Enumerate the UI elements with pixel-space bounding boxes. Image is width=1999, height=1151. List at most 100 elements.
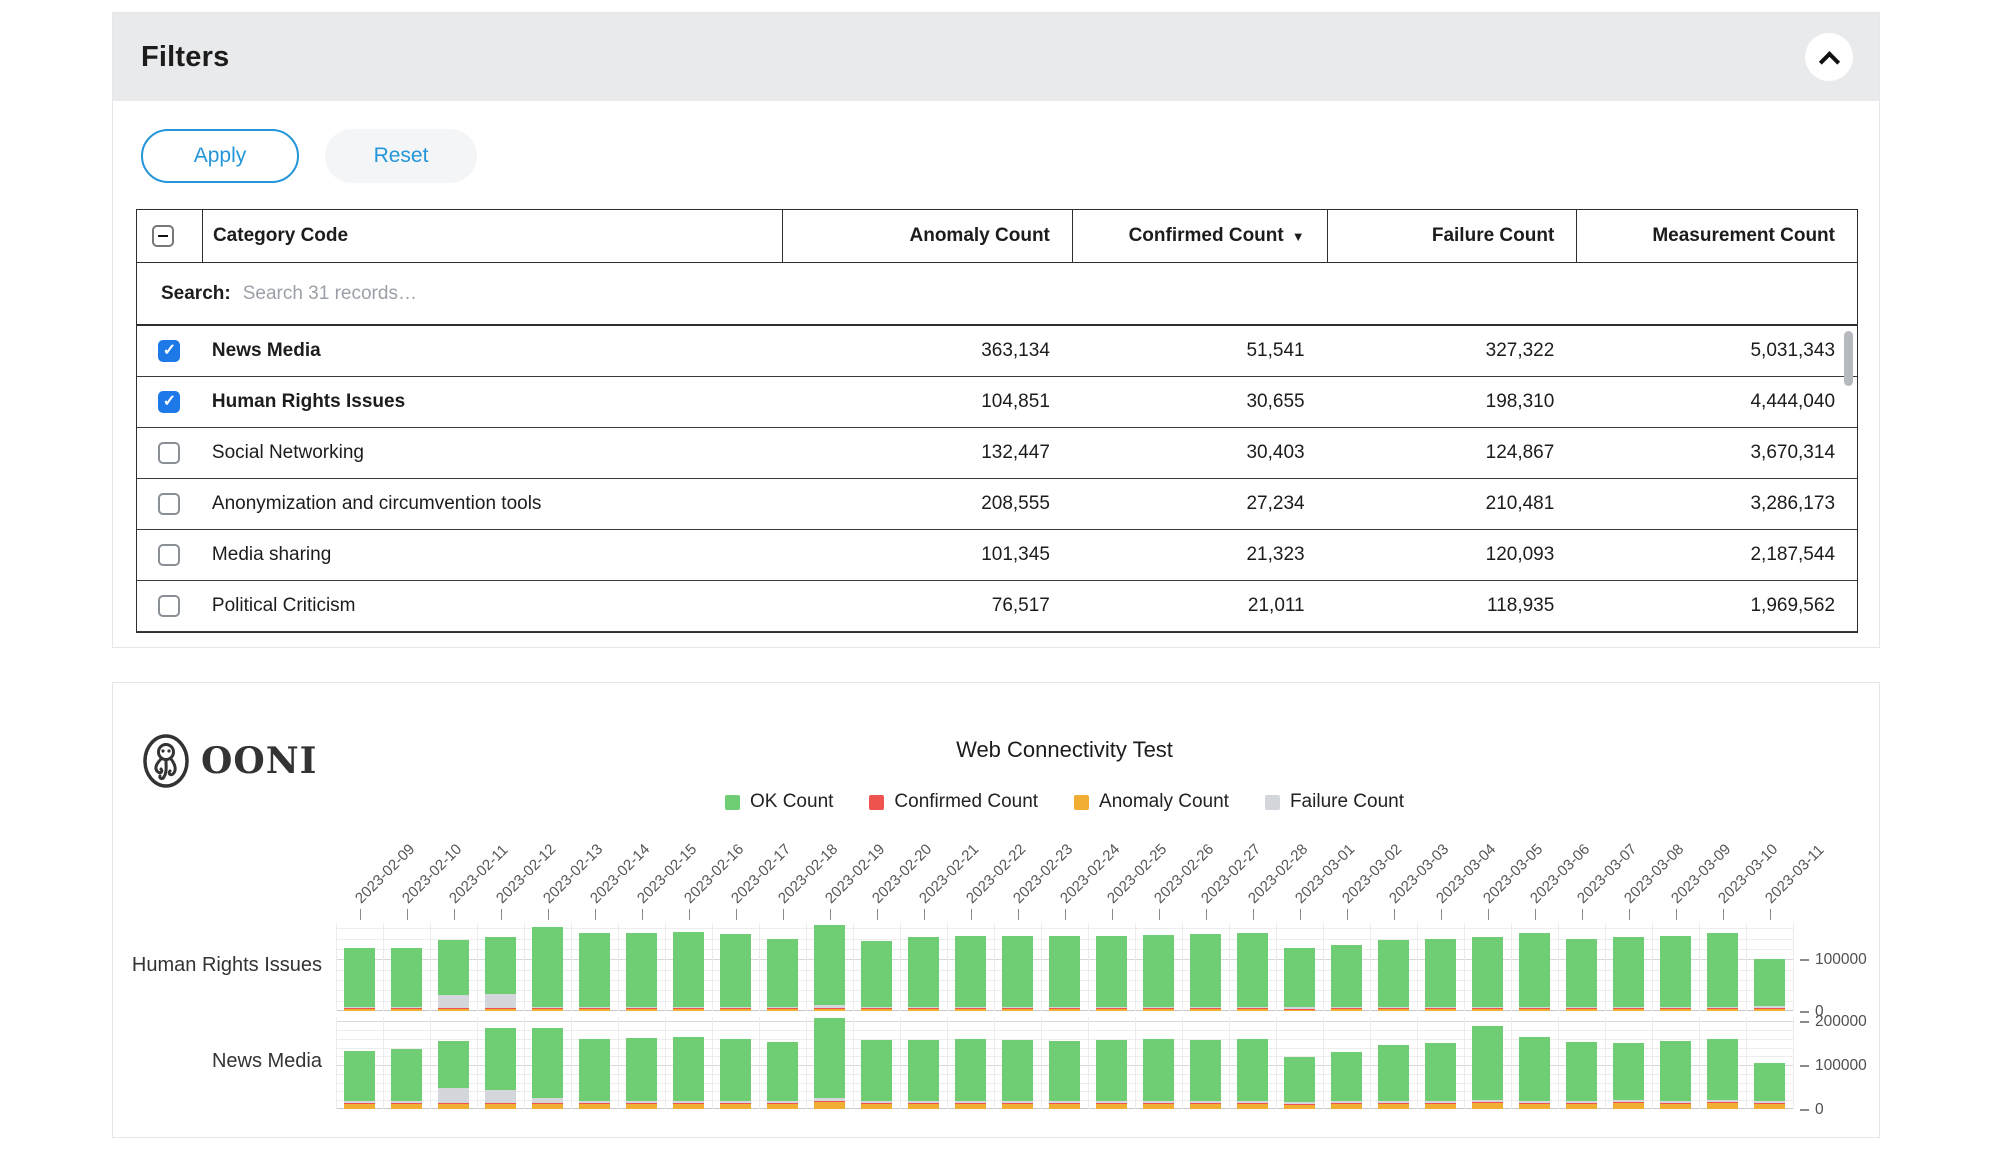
stacked-bar[interactable] bbox=[1190, 1040, 1221, 1109]
category-name: Anonymization and circumvention tools bbox=[202, 493, 782, 515]
stacked-bar[interactable] bbox=[1190, 934, 1221, 1011]
stacked-bar[interactable] bbox=[532, 1028, 563, 1109]
stacked-bar[interactable] bbox=[955, 1039, 986, 1109]
stacked-bar[interactable] bbox=[1754, 1063, 1785, 1109]
measurement-count: 2,187,544 bbox=[1576, 544, 1857, 566]
bar-segment-ok bbox=[1190, 934, 1221, 1007]
stacked-bar[interactable] bbox=[1378, 1045, 1409, 1109]
stacked-bar[interactable] bbox=[720, 1039, 751, 1109]
stacked-bar[interactable] bbox=[1566, 1042, 1597, 1109]
stacked-bar[interactable] bbox=[438, 1041, 469, 1109]
stacked-bar[interactable] bbox=[720, 934, 751, 1011]
stacked-bar[interactable] bbox=[391, 1049, 422, 1109]
stacked-bar[interactable] bbox=[579, 933, 610, 1011]
stacked-bar[interactable] bbox=[1002, 936, 1033, 1011]
filter-actions: Apply Reset bbox=[141, 129, 1879, 183]
stacked-bar[interactable] bbox=[1002, 1040, 1033, 1109]
stacked-bar[interactable] bbox=[1284, 1057, 1315, 1109]
column-header-category-code[interactable]: Category Code bbox=[202, 210, 782, 262]
stacked-bar[interactable] bbox=[1425, 1043, 1456, 1109]
stacked-bar[interactable] bbox=[485, 937, 516, 1011]
column-header-label: Anomaly Count bbox=[910, 225, 1050, 247]
stacked-bar[interactable] bbox=[767, 939, 798, 1011]
stacked-bar[interactable] bbox=[673, 1037, 704, 1109]
stacked-bar[interactable] bbox=[1425, 939, 1456, 1011]
stacked-bar[interactable] bbox=[344, 948, 375, 1011]
category-name: Social Networking bbox=[202, 442, 782, 464]
vertical-gridline bbox=[336, 1017, 337, 1109]
legend-item: Anomaly Count bbox=[1074, 791, 1229, 813]
bar-segment-anomaly bbox=[1707, 1103, 1738, 1109]
stacked-bar[interactable] bbox=[1519, 1037, 1550, 1109]
stacked-bar[interactable] bbox=[814, 925, 845, 1011]
stacked-bar[interactable] bbox=[1707, 1039, 1738, 1109]
table-scrollbar[interactable] bbox=[1844, 331, 1853, 386]
stacked-bar[interactable] bbox=[1613, 1043, 1644, 1109]
stacked-bar[interactable] bbox=[1237, 933, 1268, 1011]
column-header-confirmed-count[interactable]: Confirmed Count▼ bbox=[1072, 210, 1327, 262]
row-checkbox[interactable] bbox=[158, 442, 180, 464]
stacked-bar[interactable] bbox=[673, 932, 704, 1011]
measurement-count: 1,969,562 bbox=[1576, 595, 1857, 617]
stacked-bar[interactable] bbox=[532, 927, 563, 1011]
stacked-bar[interactable] bbox=[1284, 948, 1315, 1011]
stacked-bar[interactable] bbox=[1331, 945, 1362, 1011]
anomaly-count: 208,555 bbox=[782, 493, 1072, 515]
vertical-gridline bbox=[806, 923, 807, 1011]
stacked-bar[interactable] bbox=[1754, 959, 1785, 1011]
stacked-bar[interactable] bbox=[1566, 939, 1597, 1011]
stacked-bar[interactable] bbox=[767, 1042, 798, 1109]
collapse-panel-button[interactable] bbox=[1805, 33, 1853, 81]
stacked-bar[interactable] bbox=[1143, 935, 1174, 1011]
stacked-bar[interactable] bbox=[626, 1038, 657, 1109]
stacked-bar[interactable] bbox=[485, 1028, 516, 1109]
stacked-bar[interactable] bbox=[391, 948, 422, 1011]
stacked-bar[interactable] bbox=[814, 1018, 845, 1109]
stacked-bar[interactable] bbox=[344, 1051, 375, 1109]
stacked-bar[interactable] bbox=[1707, 933, 1738, 1011]
row-checkbox[interactable]: ✓ bbox=[158, 340, 180, 362]
bar-segment-ok bbox=[720, 934, 751, 1007]
stacked-bar[interactable] bbox=[1472, 1026, 1503, 1109]
stacked-bar[interactable] bbox=[1143, 1039, 1174, 1109]
select-all-checkbox[interactable] bbox=[152, 225, 174, 247]
stacked-bar[interactable] bbox=[1472, 937, 1503, 1011]
row-checkbox[interactable] bbox=[158, 493, 180, 515]
stacked-bar[interactable] bbox=[1660, 936, 1691, 1011]
column-header-failure-count[interactable]: Failure Count bbox=[1327, 210, 1577, 262]
anomaly-count: 76,517 bbox=[782, 595, 1072, 617]
vertical-gridline bbox=[477, 1017, 478, 1109]
confirmed-count: 30,403 bbox=[1072, 442, 1327, 464]
reset-button[interactable]: Reset bbox=[325, 129, 477, 183]
row-checkbox[interactable] bbox=[158, 595, 180, 617]
stacked-bar[interactable] bbox=[1331, 1052, 1362, 1109]
search-input[interactable] bbox=[243, 283, 843, 305]
stacked-bar[interactable] bbox=[438, 940, 469, 1011]
apply-button[interactable]: Apply bbox=[141, 129, 299, 183]
stacked-bar[interactable] bbox=[1096, 936, 1127, 1011]
stacked-bar[interactable] bbox=[908, 1040, 939, 1109]
stacked-bar[interactable] bbox=[861, 941, 892, 1011]
column-header-measurement-count[interactable]: Measurement Count bbox=[1576, 210, 1857, 262]
stacked-bar[interactable] bbox=[908, 937, 939, 1011]
stacked-bar[interactable] bbox=[861, 1040, 892, 1109]
column-header-anomaly-count[interactable]: Anomaly Count bbox=[782, 210, 1072, 262]
stacked-bar[interactable] bbox=[1049, 1041, 1080, 1109]
bar-segment-anomaly bbox=[1284, 1105, 1315, 1109]
row-checkbox[interactable] bbox=[158, 544, 180, 566]
bar-segment-ok bbox=[673, 932, 704, 1007]
stacked-bar[interactable] bbox=[626, 933, 657, 1011]
stacked-bar[interactable] bbox=[955, 936, 986, 1011]
stacked-bar[interactable] bbox=[1237, 1039, 1268, 1109]
stacked-bar[interactable] bbox=[1660, 1041, 1691, 1109]
row-checkbox[interactable]: ✓ bbox=[158, 391, 180, 413]
stacked-bar[interactable] bbox=[1519, 933, 1550, 1011]
stacked-bar[interactable] bbox=[1049, 936, 1080, 1011]
vertical-gridline bbox=[1605, 1017, 1606, 1109]
stacked-bar[interactable] bbox=[1378, 940, 1409, 1011]
stacked-bar[interactable] bbox=[1613, 937, 1644, 1011]
stacked-bar[interactable] bbox=[1096, 1040, 1127, 1109]
stacked-bar[interactable] bbox=[579, 1039, 610, 1109]
bar-segment-anomaly bbox=[391, 1104, 422, 1109]
vertical-gridline bbox=[1417, 923, 1418, 1011]
